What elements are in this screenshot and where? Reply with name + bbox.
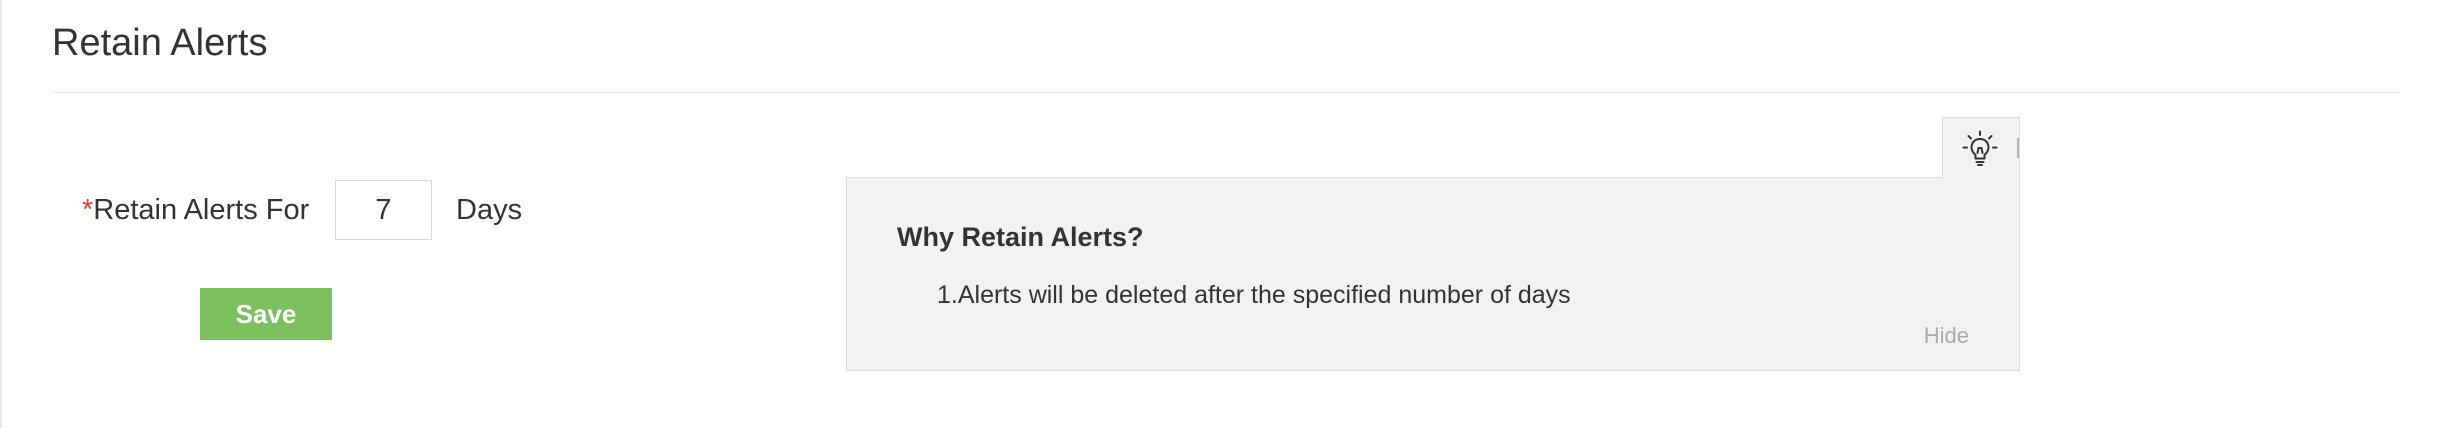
required-marker: * — [82, 194, 94, 226]
left-border — [0, 0, 2, 428]
hide-link[interactable]: Hide — [1924, 323, 1969, 349]
save-button[interactable]: Save — [200, 288, 332, 340]
help-title: Why Retain Alerts? — [897, 222, 1144, 252]
retain-days-input[interactable] — [335, 180, 432, 240]
tab-edge — [2017, 138, 2019, 158]
help-panel: Why Retain Alerts? 1.Alerts will be dele… — [846, 177, 2020, 371]
help-toggle-tab[interactable] — [1942, 117, 2020, 179]
page-title: Retain Alerts — [52, 22, 268, 64]
title-divider — [52, 92, 2400, 93]
help-item: 1.Alerts will be deleted after the speci… — [937, 281, 1571, 309]
days-unit-label: Days — [456, 194, 523, 226]
retain-alerts-label: *Retain Alerts For — [82, 194, 309, 227]
retain-alerts-label-text: Retain Alerts For — [93, 194, 310, 226]
lightbulb-icon — [1962, 130, 1998, 166]
